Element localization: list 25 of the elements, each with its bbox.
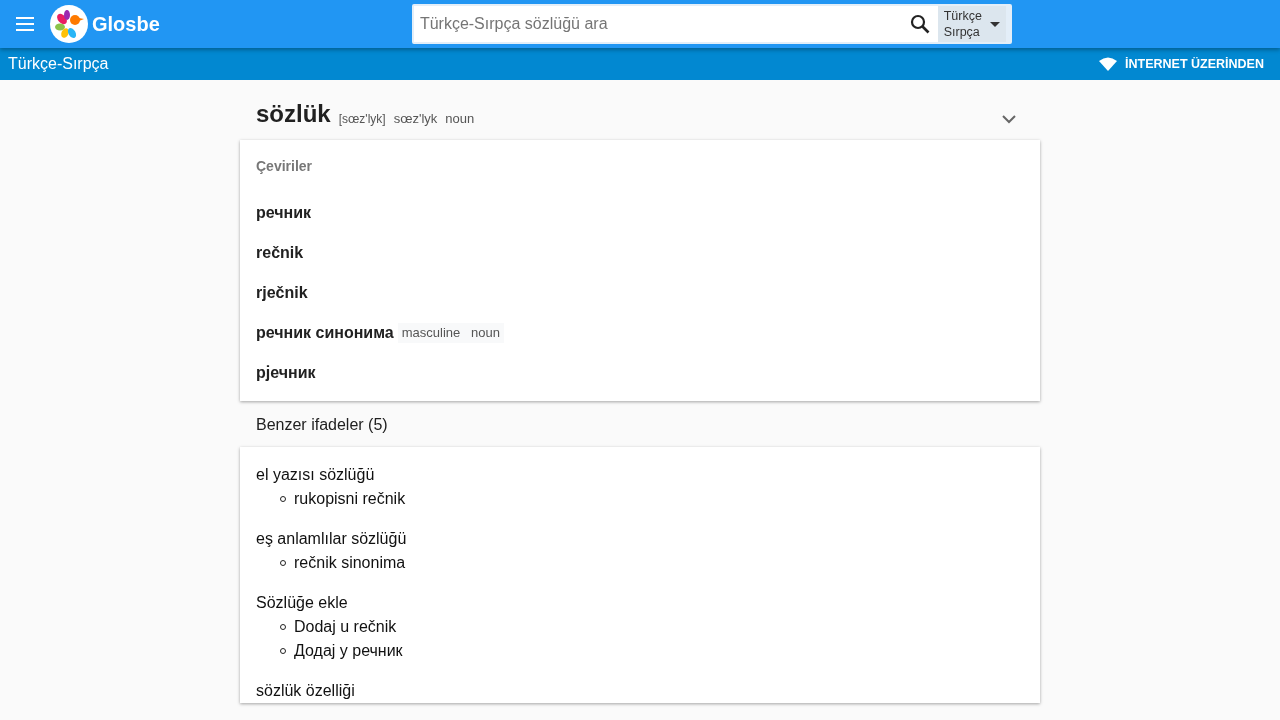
translation-text[interactable]: рјечник	[256, 361, 316, 385]
grammar-tag: masculine noun	[397, 323, 504, 343]
phrase-text[interactable]: el yazısı sözlüğü	[256, 463, 1024, 487]
section-heading: Benzer ifadeler (5)	[255, 415, 389, 435]
online-mode-button[interactable]: İNTERNET ÜZERİNDEN	[1099, 54, 1272, 74]
phrase-text[interactable]: sözlük özelliği	[256, 679, 1024, 703]
part-of-speech: noun	[445, 109, 475, 128]
pronunciation: sœz'lyk	[393, 109, 438, 128]
section-heading: Çeviriler	[256, 157, 314, 176]
logo-icon[interactable]	[50, 5, 88, 43]
translation-text[interactable]: речник	[256, 201, 312, 225]
headword: sözlük	[256, 99, 331, 129]
phrase-translation[interactable]: rukopisni rečnik	[294, 487, 406, 511]
phrase-translation[interactable]: Dodaj u rečnik	[294, 615, 397, 639]
phrase-text[interactable]: eş anlamlılar sözlüğü	[256, 527, 1024, 551]
translation-text[interactable]: rečnik	[256, 241, 304, 265]
transcription: [sœz'lyk]	[338, 111, 386, 128]
phrase-text[interactable]: Sözlüğe ekle	[256, 591, 1024, 615]
translation-text[interactable]: rječnik	[256, 281, 308, 305]
menu-icon[interactable]	[16, 17, 34, 31]
phrase-translation[interactable]: rečnik sinonima	[294, 551, 406, 575]
translation-text[interactable]: речник синонима	[256, 321, 394, 345]
wifi-icon	[1099, 57, 1118, 71]
page-title: Türkçe-Sırpça	[8, 54, 109, 74]
phrase-translation[interactable]: Додај у речник	[294, 639, 403, 663]
